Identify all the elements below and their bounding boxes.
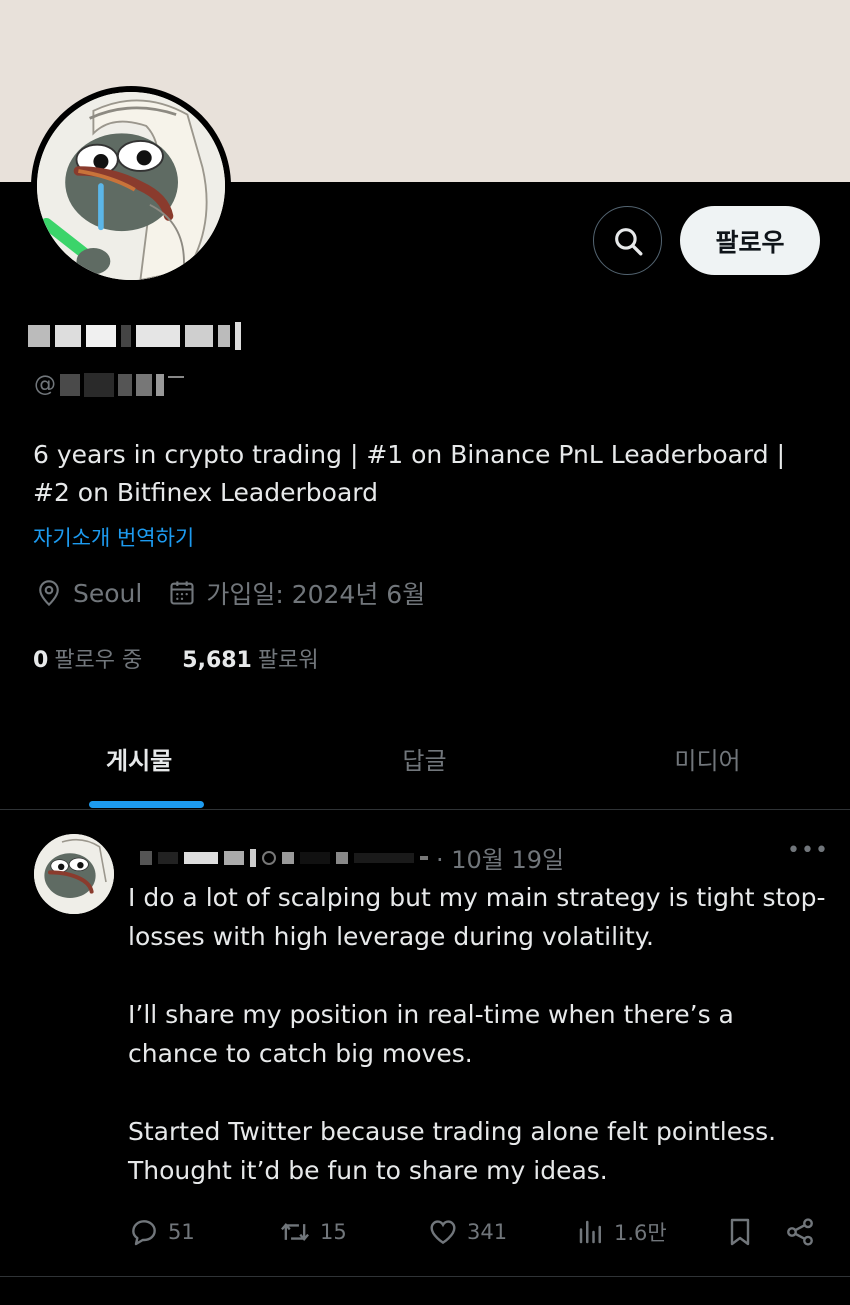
profile-meta: Seoul 가입일: 2024년 6월 [35, 575, 451, 611]
bookmark-icon [730, 1218, 750, 1246]
location-item: Seoul [35, 579, 142, 608]
following-link[interactable]: 0 팔로우 중 [33, 642, 142, 674]
post-paragraph: Started Twitter because trading alone fe… [128, 1117, 777, 1185]
post-actions: 51 15 341 1.6만 [0, 1216, 850, 1256]
like-button[interactable]: 341 [427, 1216, 507, 1248]
display-name-redacted [28, 322, 241, 350]
active-tab-indicator [89, 801, 204, 808]
followers-link[interactable]: 5,681 팔로워 [182, 642, 318, 674]
post-item[interactable]: · 10월 19일 ••• I do a lot of scalping but… [0, 812, 850, 1277]
reply-button[interactable]: 51 [128, 1216, 195, 1248]
search-button[interactable] [593, 206, 662, 275]
post-body: I do a lot of scalping but my main strat… [128, 878, 828, 1190]
reply-count: 51 [168, 1220, 195, 1244]
tab-media-label: 미디어 [674, 746, 741, 775]
tab-posts[interactable]: 게시물 [0, 716, 283, 810]
views-button[interactable]: 1.6만 [576, 1216, 667, 1248]
post-paragraph: I’ll share my position in real-time when… [128, 1000, 734, 1068]
repost-button[interactable]: 15 [278, 1216, 347, 1248]
views-icon [579, 1220, 601, 1244]
following-label: 팔로우 중 [54, 648, 143, 673]
like-count: 341 [467, 1220, 508, 1244]
handle-redacted: @ [34, 372, 184, 397]
repost-count: 15 [320, 1220, 347, 1244]
tab-replies-label: 답글 [402, 746, 447, 775]
translate-bio-link[interactable]: 자기소개 번역하기 [33, 522, 194, 552]
location-pin-icon [39, 580, 59, 607]
following-count: 0 [33, 648, 49, 673]
search-icon [614, 227, 642, 255]
tab-replies[interactable]: 답글 [283, 716, 566, 810]
followers-count: 5,681 [182, 648, 252, 673]
repost-icon [281, 1222, 309, 1242]
tab-media[interactable]: 미디어 [566, 716, 849, 810]
views-count: 1.6만 [614, 1221, 667, 1245]
pepe-avatar-image [37, 92, 225, 280]
reply-icon [132, 1220, 156, 1246]
follow-button[interactable]: 팔로우 [680, 206, 820, 275]
joined-item: 가입일: 2024년 6월 [168, 575, 425, 611]
location-text: Seoul [73, 578, 143, 608]
post-avatar[interactable] [34, 834, 114, 914]
share-icon [787, 1218, 813, 1246]
follow-stats: 0 팔로우 중 5,681 팔로워 [33, 642, 359, 674]
post-header: · 10월 19일 [140, 840, 564, 875]
followers-label: 팔로워 [257, 648, 319, 673]
post-paragraph: I do a lot of scalping but my main strat… [128, 883, 826, 951]
profile-avatar[interactable] [31, 86, 231, 286]
profile-tabs: 게시물 답글 미디어 [0, 716, 850, 810]
heart-icon [430, 1220, 456, 1245]
joined-text: 가입일: 2024년 6월 [206, 580, 426, 609]
post-date[interactable]: · 10월 19일 [436, 840, 564, 875]
profile-bio: 6 years in crypto trading | #1 on Binanc… [33, 440, 786, 507]
author-name-redacted [140, 848, 428, 867]
pepe-avatar-image [34, 834, 114, 914]
bookmark-button[interactable] [724, 1216, 756, 1248]
tab-posts-label: 게시물 [106, 746, 173, 775]
more-options-icon[interactable]: ••• [787, 838, 829, 863]
calendar-icon [170, 581, 194, 605]
share-button[interactable] [784, 1216, 816, 1248]
